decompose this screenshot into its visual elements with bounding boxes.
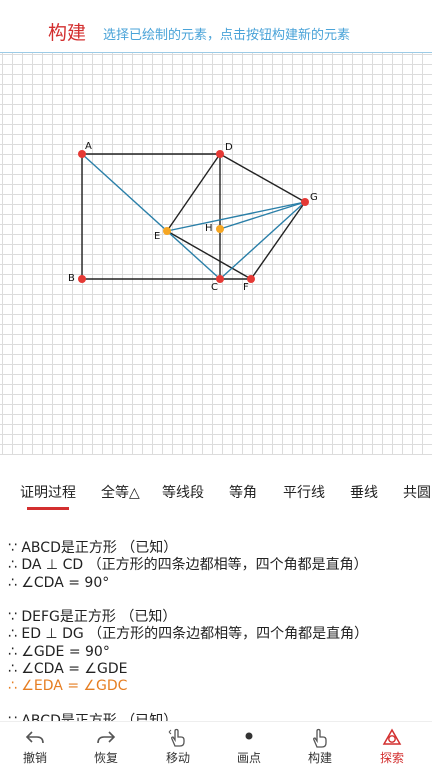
proof-line-highlighted: ∴ ∠EDA = ∠GDC: [8, 678, 128, 695]
undo-button[interactable]: 撤销: [7, 722, 63, 769]
construct-button[interactable]: 构建: [292, 722, 348, 769]
tab-concyclic[interactable]: 共圆: [403, 482, 431, 502]
proof-line: ∴ DA ⊥ CD （正方形的四条边都相等，四个角都是直角）: [8, 557, 368, 574]
point-label-A: A: [85, 141, 92, 152]
segment-EG[interactable]: [166, 201, 306, 232]
tab-proof[interactable]: 证明过程: [20, 482, 76, 502]
move-button[interactable]: 移动: [150, 722, 206, 769]
tab-parallel-lines[interactable]: 平行线: [283, 482, 325, 502]
segment-CG[interactable]: [219, 201, 306, 280]
header-hint: 选择已绘制的元素，点击按钮构建新的元素: [103, 28, 351, 43]
segment-EF[interactable]: [166, 230, 252, 280]
point-D[interactable]: [216, 150, 224, 158]
tab-congruent-triangles[interactable]: 全等△: [101, 482, 140, 502]
tab-equal-segments[interactable]: 等线段: [162, 482, 204, 502]
geometry-canvas[interactable]: A B C D E F G H: [0, 53, 432, 455]
point-G[interactable]: [301, 198, 309, 206]
move-label: 移动: [165, 751, 190, 765]
point-label-F: F: [243, 282, 249, 293]
explore-icon: [382, 728, 402, 745]
active-tab-indicator: [27, 507, 69, 510]
draw-point-button[interactable]: 画点: [221, 722, 277, 769]
explore-label: 探索: [379, 751, 404, 765]
proof-line: ∴ ∠GDE = 90°: [8, 643, 110, 660]
point-E[interactable]: [163, 227, 171, 235]
bottom-toolbar: 撤销 恢复 移动 画点 构建 探索: [0, 721, 432, 769]
point-label-E: E: [154, 231, 160, 242]
undo-icon: [25, 731, 44, 744]
redo-button[interactable]: 恢复: [78, 722, 134, 769]
proof-line: ∴ ED ⊥ DG （正方形的四条边都相等，四个角都是直角）: [8, 626, 369, 643]
header-bar: 构建 选择已绘制的元素，点击按钮构建新的元素: [0, 0, 432, 53]
proof-line: ∴ ∠CDA = ∠GDE: [8, 661, 128, 678]
redo-label: 恢复: [93, 751, 118, 765]
tab-equal-angles[interactable]: 等角: [229, 482, 257, 502]
point-label-H: H: [205, 223, 213, 234]
dot-icon: [245, 732, 253, 740]
segment-HG[interactable]: [219, 201, 306, 230]
proof-gap: [8, 592, 428, 609]
segment-DG[interactable]: [219, 153, 306, 203]
hand-move-icon: [168, 728, 185, 747]
point-label-C: C: [211, 282, 218, 293]
proof-content: ∵ ABCD是正方形 （已知） ∴ DA ⊥ CD （正方形的四条边都相等，四个…: [8, 540, 428, 730]
tab-perpendicular-lines[interactable]: 垂线: [350, 482, 378, 502]
point-H[interactable]: [216, 225, 224, 233]
point-label-B: B: [68, 273, 75, 284]
page-title: 构建: [48, 22, 87, 44]
point-B[interactable]: [78, 275, 86, 283]
segment-GF[interactable]: [250, 201, 306, 280]
point-label-D: D: [225, 142, 233, 153]
point-label-G: G: [310, 192, 318, 203]
proof-line: ∴ ∠CDA = 90°: [8, 574, 110, 591]
segment-DE[interactable]: [166, 153, 221, 232]
explore-button[interactable]: 探索: [364, 722, 420, 769]
proof-line: ∵ DEFG是正方形 （已知）: [8, 609, 177, 626]
hand-pointer-icon: [313, 728, 327, 748]
construct-label: 构建: [307, 751, 332, 765]
proof-gap: [8, 696, 428, 713]
undo-label: 撤销: [22, 751, 47, 765]
geometry-figure[interactable]: A B C D E F G H: [0, 53, 432, 455]
proof-line: ∵ ABCD是正方形 （已知）: [8, 540, 178, 556]
draw-point-label: 画点: [236, 751, 261, 765]
segment-AC[interactable]: [81, 153, 221, 280]
redo-icon: [97, 731, 116, 744]
